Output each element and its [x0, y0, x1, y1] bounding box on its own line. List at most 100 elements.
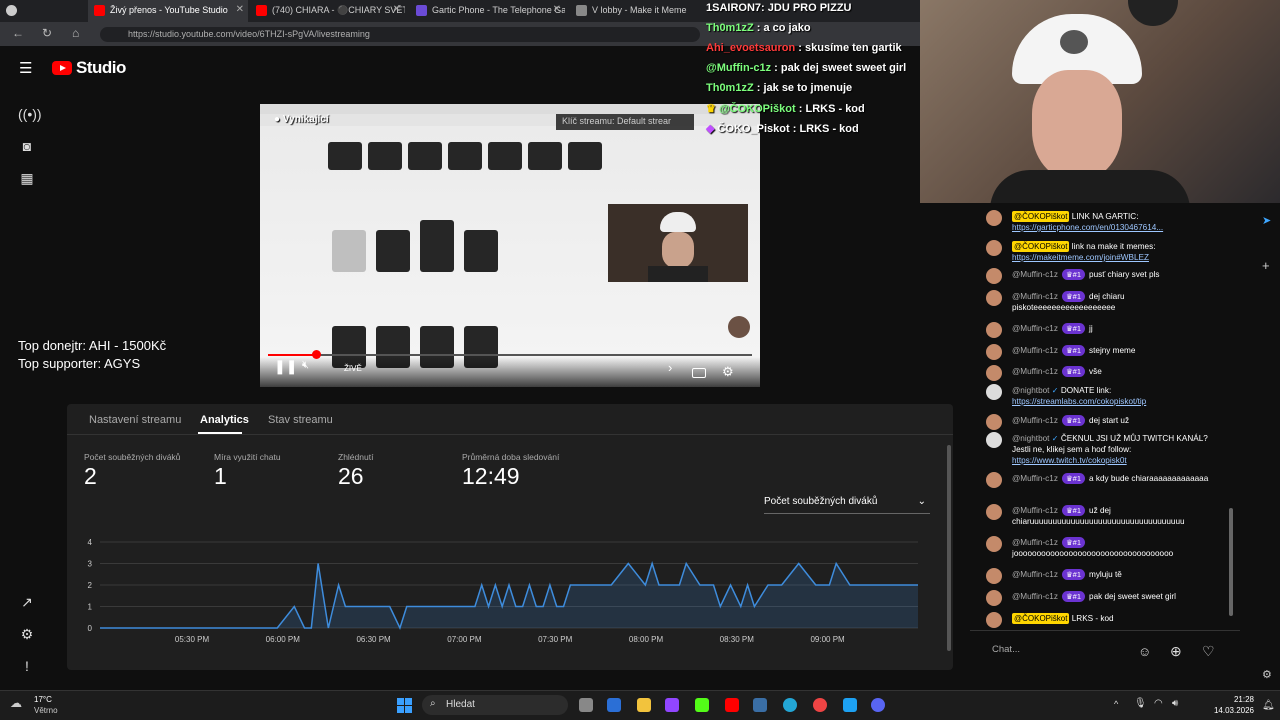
x-tick-label: 05:30 PM [175, 635, 210, 644]
x-tick-label: 09:00 PM [810, 635, 845, 644]
tab-gartic[interactable]: Gartic Phone - The Telephone Ga ✕ [410, 0, 565, 22]
overlay-text: a co jako [763, 22, 811, 34]
edge-icon[interactable] [783, 698, 797, 712]
video-player[interactable]: ● Vynikající Klíč streamu: Default strea… [260, 104, 760, 387]
notification-icon[interactable]: 🔔︎ [1262, 700, 1275, 711]
chat-author[interactable]: @Muffin-c1z [1012, 292, 1058, 301]
settings-icon[interactable]: ⚙ [722, 364, 734, 380]
stream-key-select[interactable]: Klíč streamu: Default strear [556, 114, 694, 130]
settings-gear-icon[interactable]: ⚙ [18, 626, 36, 642]
chat-author[interactable]: @ČOKOPiškot [1012, 241, 1070, 252]
volume-icon[interactable]: 🔊︎ [1172, 698, 1178, 709]
facebook-icon[interactable] [843, 698, 857, 712]
chat-author[interactable]: @Muffin-c1z [1012, 570, 1058, 579]
tray-chevron-icon[interactable]: ^ [1114, 699, 1118, 709]
feedback-icon[interactable]: ! [18, 658, 36, 674]
close-icon[interactable]: ✕ [236, 4, 244, 15]
chat-author[interactable]: @ČOKOPiškot [1012, 613, 1070, 624]
chat-link[interactable]: https://garticphone.com/en/0130467614... [1012, 223, 1163, 232]
add-icon[interactable]: ⊕ [1170, 643, 1182, 660]
chat-message: @Muffin-c1z ♛#1 dej start už [1012, 415, 1212, 426]
url-bar[interactable]: https://studio.youtube.com/video/6THZI-s… [100, 27, 700, 42]
mute-icon[interactable]: 🔇︎ [302, 359, 309, 372]
tab-title: Gartic Phone - The Telephone Ga [432, 5, 565, 15]
calendar-icon[interactable]: ▦ [18, 170, 36, 186]
hamburger-menu-icon[interactable]: ☰ [19, 59, 32, 77]
webcam-feed [920, 0, 1280, 210]
tab-makeitmeme[interactable]: V lobby - Make it Meme [570, 0, 700, 22]
taskbar-search[interactable]: ⌕ Hledat [422, 695, 568, 715]
seek-handle[interactable] [312, 350, 321, 359]
tab-stream-status[interactable]: Stav streamu [268, 414, 333, 426]
chat-author[interactable]: @Muffin-c1z [1012, 367, 1058, 376]
plus-icon[interactable]: + [1262, 258, 1270, 273]
send-icon[interactable]: ➤ [1262, 214, 1271, 227]
verified-icon: ✓ [1051, 434, 1059, 443]
microphone-icon[interactable]: 🎙︎ [1134, 698, 1147, 709]
weather-icon[interactable]: ☁ [10, 696, 22, 710]
chat-author[interactable]: @nightbot [1012, 434, 1049, 443]
next-icon[interactable]: › [668, 360, 672, 375]
chat-author[interactable]: @Muffin-c1z [1012, 324, 1058, 333]
external-link-icon[interactable]: ↗ [18, 594, 36, 610]
store-icon[interactable] [607, 698, 621, 712]
clock-time: 21:28 [1233, 695, 1254, 704]
back-icon[interactable]: ← [12, 26, 24, 40]
tab-analytics[interactable]: Analytics [200, 414, 249, 426]
chat-link[interactable]: https://makeitmeme.com/join#WBLEZ [1012, 253, 1149, 262]
twitch-icon[interactable] [665, 698, 679, 712]
windows-start-icon[interactable] [397, 698, 412, 713]
home-icon[interactable]: ⌂ [72, 26, 79, 40]
heart-icon[interactable]: ♡ [1202, 643, 1215, 660]
chat-author[interactable]: @Muffin-c1z [1012, 416, 1058, 425]
x-tick-label: 07:00 PM [447, 635, 482, 644]
chat-link[interactable]: https://streamlabs.com/cokopiskot/tip [1012, 397, 1146, 406]
chat-author[interactable]: @Muffin-c1z [1012, 474, 1058, 483]
chat-link[interactable]: https://www.twitch.tv/cokopisk0t [1012, 456, 1127, 465]
live-broadcast-icon[interactable]: ((•)) [18, 106, 42, 122]
chat-author[interactable]: @nightbot [1012, 386, 1049, 395]
captions-icon[interactable] [692, 368, 706, 378]
chat-author[interactable]: @ČOKOPiškot [1012, 211, 1070, 222]
chat-author[interactable]: @Muffin-c1z [1012, 592, 1058, 601]
reload-icon[interactable]: ↻ [42, 26, 52, 40]
avatar [986, 568, 1002, 584]
avatar [986, 590, 1002, 606]
close-icon[interactable]: ✕ [553, 4, 561, 15]
tab-title: Živý přenos - YouTube Studio [110, 5, 228, 15]
metric-dropdown[interactable]: Počet souběžných diváků ⌄ [764, 496, 930, 514]
tab-studio[interactable]: Živý přenos - YouTube Studio ✕ [88, 0, 248, 22]
pause-icon[interactable]: ❚❚ [274, 358, 297, 375]
analytics-scrollbar[interactable] [947, 445, 951, 651]
settings-icon[interactable]: ⚙ [1262, 668, 1272, 681]
taskview-icon[interactable] [579, 698, 593, 712]
progress-bar[interactable] [268, 354, 316, 356]
close-icon[interactable]: ✕ [393, 4, 401, 15]
chat-scrollbar[interactable] [1229, 508, 1233, 616]
overlay-chat-line: Th0m1zZ : a co jako [706, 22, 811, 34]
chat-author[interactable]: @Muffin-c1z [1012, 538, 1058, 547]
tab-chiara[interactable]: (740) CHIARA - ⚫CHIARY SVĚT 4 ✕ [250, 0, 405, 22]
avatar [986, 536, 1002, 552]
kick-icon[interactable] [695, 698, 709, 712]
metric-label: Počet souběžných diváků [84, 452, 181, 462]
x-tick-label: 08:00 PM [629, 635, 664, 644]
studio-logo[interactable]: Studio [52, 58, 126, 78]
tab-stream-settings[interactable]: Nastavení streamu [89, 414, 181, 426]
youtube-icon[interactable] [725, 698, 739, 712]
member-badge: ♛#1 [1061, 366, 1086, 377]
folder-icon[interactable] [637, 698, 651, 712]
obs-icon[interactable] [753, 698, 767, 712]
chat-author[interactable]: @Muffin-c1z [1012, 270, 1058, 279]
avatar [986, 472, 1002, 488]
chat-author[interactable]: @Muffin-c1z [1012, 346, 1058, 355]
camera-icon[interactable]: ◙ [18, 138, 36, 154]
wifi-icon[interactable]: ◠ [1154, 698, 1163, 709]
metric-value: 26 [338, 463, 364, 489]
chat-input[interactable]: Chat... [986, 640, 1126, 660]
chrome-icon[interactable] [813, 698, 827, 712]
emoji-icon[interactable]: ☺ [1138, 644, 1151, 659]
discord-icon[interactable] [871, 698, 885, 712]
browser-profile-icon[interactable] [0, 0, 34, 22]
chat-author[interactable]: @Muffin-c1z [1012, 506, 1058, 515]
